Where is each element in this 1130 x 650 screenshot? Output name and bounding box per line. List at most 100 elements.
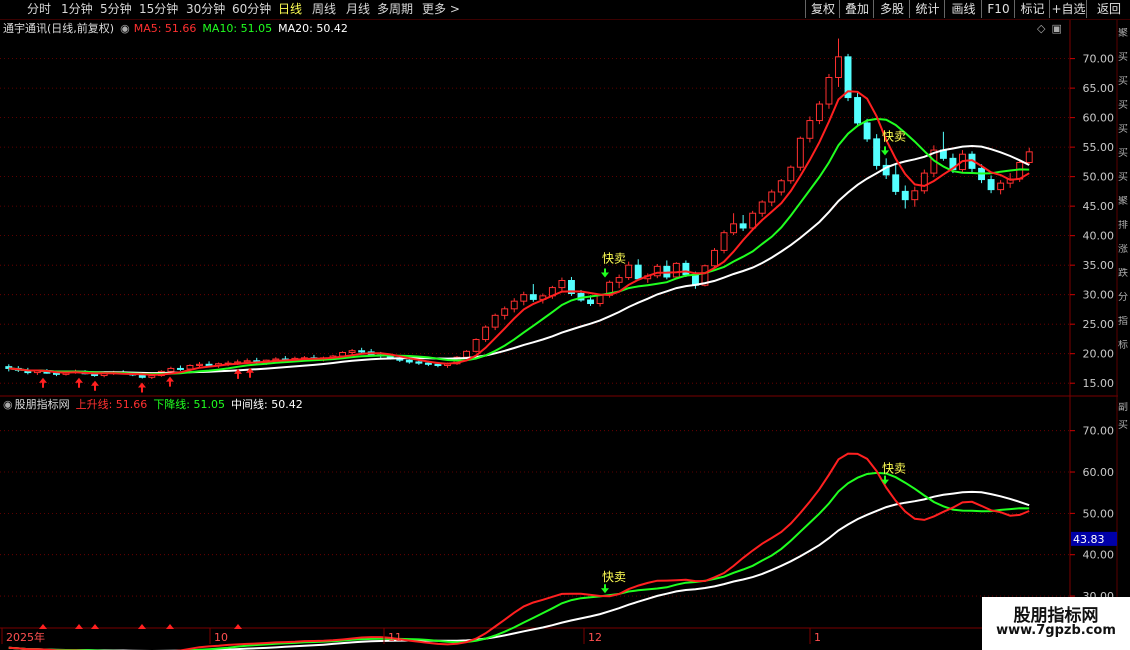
- more-menu-button[interactable]: 更多 >: [422, 2, 460, 17]
- toolbar-button[interactable]: 叠加: [839, 0, 874, 18]
- buy-arrow-icon: [138, 382, 146, 393]
- time-marker-icon: [39, 624, 47, 629]
- timeframe-tab[interactable]: 60分钟: [232, 2, 271, 17]
- toolbar-button[interactable]: 多股: [873, 0, 910, 18]
- candle-body: [825, 76, 833, 105]
- side-tab[interactable]: 聚: [1118, 28, 1130, 40]
- candle-body: [72, 370, 79, 373]
- dropdown-circle-icon[interactable]: ◉: [120, 22, 130, 35]
- sell-label: 快卖: [602, 570, 626, 584]
- candle-body: [157, 370, 165, 377]
- timeframe-tab[interactable]: 1分钟: [61, 2, 93, 17]
- candle-body: [300, 357, 308, 360]
- candle-body: [472, 339, 480, 352]
- candle-body: [777, 180, 785, 193]
- candle-body: [987, 179, 995, 191]
- buy-arrow-icon: [234, 368, 242, 379]
- sell-label: 快卖: [882, 129, 906, 143]
- toolbar-button[interactable]: 标记: [1014, 0, 1050, 18]
- diamond-icon[interactable]: ◇: [1037, 22, 1045, 35]
- side-tab[interactable]: 买: [1118, 172, 1130, 184]
- side-tab[interactable]: 买: [1118, 76, 1130, 88]
- candle-body: [310, 357, 318, 360]
- time-axis-label: 10: [214, 631, 228, 644]
- side-tab[interactable]: 排: [1118, 220, 1130, 232]
- side-tab[interactable]: 买: [1118, 52, 1130, 64]
- time-axis-label: 12: [588, 631, 602, 644]
- candle-body: [482, 326, 490, 341]
- timeframe-tab[interactable]: 15分钟: [139, 2, 178, 17]
- time-axis-label: 2025年: [6, 630, 45, 644]
- toolbar-button[interactable]: 统计: [909, 0, 945, 18]
- ma10-label: MA10: 51.05: [202, 22, 273, 35]
- candle-body: [978, 167, 986, 181]
- buy-arrow-icon: [166, 376, 174, 387]
- buy-arrow-icon: [91, 380, 99, 391]
- side-tab[interactable]: 买: [1118, 420, 1130, 432]
- kline-chart[interactable]: 70.00 65.00 60.00 55.00 50.00 45.00 40.00 35.00…: [0, 0, 1130, 650]
- candle-body: [329, 355, 337, 359]
- candle-body: [796, 137, 804, 168]
- candle-body: [701, 265, 709, 286]
- toolbar-button[interactable]: 画线: [944, 0, 982, 18]
- candle-body: [920, 172, 928, 192]
- candle-body: [119, 372, 127, 375]
- side-tab[interactable]: 副: [1118, 402, 1130, 414]
- candle-body: [5, 366, 13, 369]
- candle-body: [1016, 161, 1024, 180]
- indicator-tick-label: 40.00: [1083, 549, 1115, 562]
- side-tab[interactable]: 买: [1118, 124, 1130, 136]
- candle-body: [949, 157, 957, 171]
- ma10-line: [8, 117, 1030, 376]
- side-tab[interactable]: 指: [1118, 316, 1130, 328]
- side-tab[interactable]: 跌: [1118, 268, 1130, 280]
- time-marker-icon: [75, 624, 83, 629]
- price-tick-label: 35.00: [1083, 259, 1115, 272]
- cursor-value: 43.83: [1073, 533, 1105, 546]
- side-tab[interactable]: 涨: [1118, 244, 1130, 256]
- candle-body: [730, 223, 738, 234]
- timeframe-tab[interactable]: 多周期: [377, 2, 413, 17]
- side-tab[interactable]: 聚: [1118, 196, 1130, 208]
- candle-body: [262, 359, 270, 364]
- side-tab[interactable]: 买: [1118, 148, 1130, 160]
- sell-arrow-icon: [601, 584, 609, 594]
- time-marker-icon: [234, 624, 242, 629]
- candle-body: [396, 357, 404, 361]
- timeframe-tab[interactable]: 周线: [312, 2, 336, 17]
- toolbar-button[interactable]: 复权: [805, 0, 840, 18]
- candle-body: [758, 201, 766, 214]
- toolbar-button[interactable]: +自选: [1049, 0, 1087, 18]
- side-tab[interactable]: 分: [1118, 292, 1130, 304]
- maximize-icon[interactable]: ▣: [1051, 22, 1061, 35]
- panel-controls: ◇ ▣: [1037, 22, 1068, 36]
- candle-body: [453, 356, 461, 365]
- candle-body: [91, 373, 99, 377]
- timeframe-tab[interactable]: 分时: [27, 2, 51, 17]
- candle-body: [520, 294, 528, 302]
- timeframe-tab[interactable]: 30分钟: [186, 2, 225, 17]
- side-tab[interactable]: 标: [1118, 340, 1130, 352]
- price-tick-label: 55.00: [1083, 141, 1115, 154]
- candle-body: [739, 223, 747, 229]
- candle-body: [968, 153, 976, 169]
- dropdown-circle-icon[interactable]: ◉: [3, 398, 13, 411]
- candle-body: [81, 370, 89, 375]
- candle-body: [653, 265, 661, 277]
- candle-body: [100, 372, 108, 377]
- side-tab[interactable]: 买: [1118, 100, 1130, 112]
- candle-body: [672, 262, 680, 278]
- candle-body: [529, 294, 537, 300]
- toolbar-button[interactable]: F10: [981, 0, 1015, 18]
- timeframe-tab[interactable]: 5分钟: [100, 2, 132, 17]
- timeframe-tab[interactable]: 月线: [346, 2, 370, 17]
- ma20-line: [8, 144, 1030, 375]
- candle-body: [854, 97, 862, 124]
- candle-body: [348, 350, 356, 354]
- candle-body: [377, 354, 385, 357]
- time-axis-label: 11: [388, 631, 402, 644]
- sell-arrow-icon: [881, 475, 889, 485]
- toolbar-button[interactable]: 返回: [1086, 0, 1130, 18]
- timeframe-tab[interactable]: 日线: [278, 2, 302, 17]
- candle-body: [405, 359, 413, 363]
